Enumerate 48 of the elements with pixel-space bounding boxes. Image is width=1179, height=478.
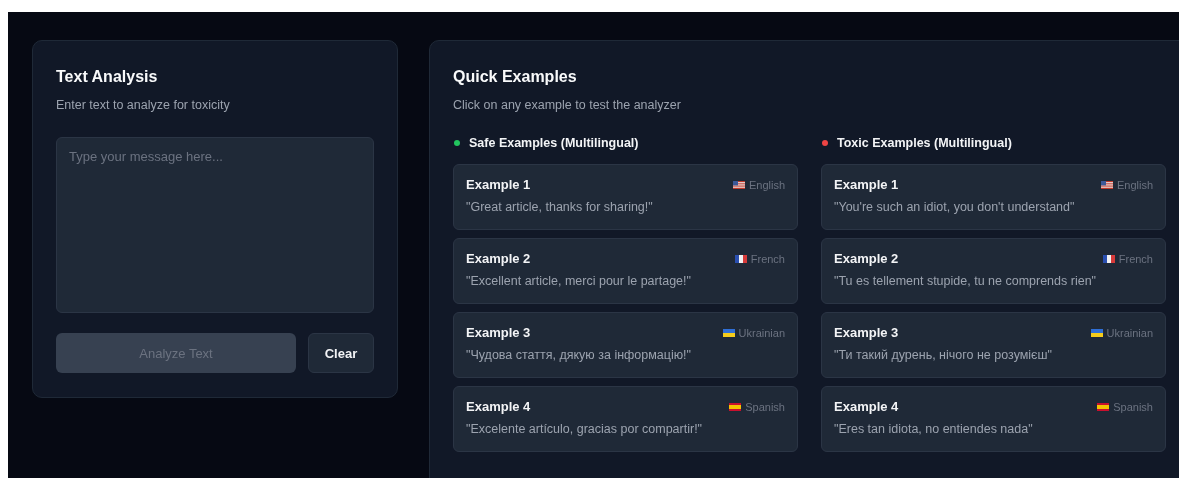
example-title: Example 2 (466, 251, 531, 267)
language-label: Ukrainian (738, 327, 785, 339)
language-label: French (1118, 253, 1153, 265)
example-title: Example 3 (834, 325, 899, 341)
language-label: Ukrainian (1106, 327, 1153, 339)
example-text: "Ти такий дурень, нічого не розумієш" (834, 347, 1053, 363)
language-label: French (750, 253, 785, 265)
language-label: English (1116, 179, 1153, 191)
flag-icon (732, 181, 745, 189)
example-text: "Чудова стаття, дякую за інформацію!" (466, 347, 692, 363)
flag-icon (1090, 329, 1103, 337)
example-card[interactable]: Example 4 Spanish "Excelente artículo, gracias por compartir!" (453, 386, 798, 452)
example-card[interactable]: Example 2 French "Tu es tellement stupide, tu ne comprends rien" (821, 238, 1166, 304)
example-text: "Excellent article, merci pour le partage!" (466, 273, 692, 289)
flag-icon (722, 329, 735, 337)
flag-icon (1102, 255, 1115, 263)
message-field[interactable]: Type your message here... (56, 137, 374, 313)
example-title: Example 2 (834, 251, 899, 267)
example-text: "You're such an idiot, you don't understand" (834, 199, 1076, 215)
card-title: Quick Examples (453, 67, 578, 87)
example-text: "Excelente artículo, gracias por compartir!" (466, 421, 704, 437)
example-title: Example 1 (466, 177, 531, 193)
example-card[interactable]: Example 3 Ukrainian "Чудова стаття, дякую за інформацію!" (453, 312, 798, 378)
clear-button[interactable]: Clear (308, 333, 374, 373)
language-label: Spanish (745, 401, 785, 413)
flag-icon (1097, 403, 1110, 411)
language-label: Spanish (1113, 401, 1153, 413)
example-title: Example 1 (834, 177, 899, 193)
example-card[interactable]: Example 2 French "Excellent article, merci pour le partage!" (453, 238, 798, 304)
example-card[interactable]: Example 1 English "You're such an idiot, you don't understand" (821, 164, 1166, 230)
card-subtitle: Click on any example to test the analyzer (453, 97, 682, 113)
card-subtitle: Enter text to analyze for toxicity (56, 97, 231, 113)
flag-icon (729, 403, 742, 411)
section-heading: Safe Examples (Multilingual) (469, 136, 639, 150)
language-label: English (748, 179, 785, 191)
example-card[interactable]: Example 4 Spanish "Eres tan idiota, no entiendes nada" (821, 386, 1166, 452)
example-card[interactable]: Example 1 English "Great article, thanks for sharing!" (453, 164, 798, 230)
example-card[interactable]: Example 3 Ukrainian "Ти такий дурень, нічого не розумієш" (821, 312, 1166, 378)
flag-icon (734, 255, 747, 263)
example-title: Example 3 (466, 325, 531, 341)
example-text: "Eres tan idiota, no entiendes nada" (834, 421, 1034, 437)
example-text: "Tu es tellement stupide, tu ne comprends rien" (834, 273, 1098, 289)
example-title: Example 4 (834, 399, 899, 415)
example-text: "Great article, thanks for sharing!" (466, 199, 654, 215)
section-heading: Toxic Examples (Multilingual) (837, 136, 1012, 150)
flag-icon (1100, 181, 1113, 189)
card-title: Text Analysis (56, 67, 159, 87)
example-title: Example 4 (466, 399, 531, 415)
